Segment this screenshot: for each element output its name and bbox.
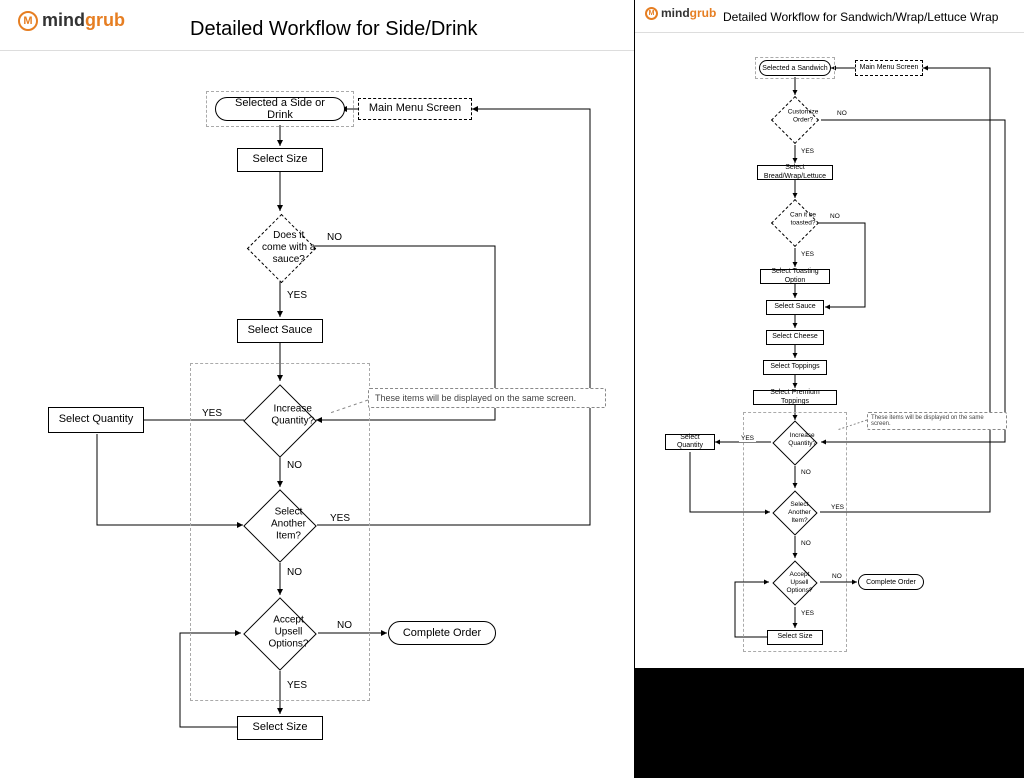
same-screen-note: These items will be displayed on the sam… [368,388,606,408]
start-node: Selected a Sandwich [759,60,831,76]
edge-no: NO [835,110,849,117]
edge-yes: YES [799,610,816,617]
right-wrapper: M mindgrub Detailed Workflow for Sandwic… [635,0,1024,778]
edge-yes: YES [829,504,846,511]
page-side-drink: M mindgrub Detailed Workflow for Side/Dr… [0,0,635,778]
flowchart-edges [635,0,1024,668]
edge-yes: YES [739,435,756,442]
edge-yes: YES [285,290,309,301]
customize-decision: Customize Order? [771,96,819,144]
page-sandwich: M mindgrub Detailed Workflow for Sandwic… [635,0,1024,668]
sauce-node: Select Sauce [766,300,824,315]
edge-no: NO [830,573,844,580]
complete-node: Complete Order [388,621,496,645]
bread-node: Select Bread/Wrap/Lettuce [757,165,833,180]
upsell-decision: Accept Upsell Options? [243,597,317,671]
edge-yes: YES [328,513,352,524]
premium-node: Select Premium Toppings [753,390,837,405]
sauce-node: Select Sauce [237,319,323,343]
start-node: Selected a Side or Drink [215,97,345,121]
edge-yes: YES [200,408,224,419]
qty-node: Select Quantity [48,407,144,433]
sauce-decision: Does it come with a sauce? [246,213,316,283]
size-node: Select Size [237,148,323,172]
edge-no: NO [285,460,304,471]
toast-node: Select Toasting Option [760,269,830,284]
same-screen-note: These items will be displayed on the sam… [867,412,1007,430]
edge-yes: YES [799,148,816,155]
edge-no: NO [285,567,304,578]
size-node: Select Size [767,630,823,645]
mainmenu-node: Main Menu Screen [358,98,472,120]
qty-decision: Increase Quantity? [772,420,818,466]
qty-decision: Increase Quantity? [243,384,317,458]
toppings-node: Select Toppings [763,360,827,375]
edge-no: NO [335,620,354,631]
upsell-decision: Accept Upsell Options? [772,560,818,606]
another-decision: Select Another Item? [772,490,818,536]
edge-yes: YES [799,251,816,258]
size2-node: Select Size [237,716,323,740]
qty-node: Select Quantity [665,434,715,450]
cheese-node: Select Cheese [766,330,824,345]
edge-no: NO [799,540,813,547]
mainmenu-node: Main Menu Screen [855,60,923,76]
edge-no: NO [799,469,813,476]
complete-node: Complete Order [858,574,924,590]
edge-no: NO [325,232,344,243]
edge-yes: YES [285,680,309,691]
toast-decision: Can it be toasted? [771,199,819,247]
edge-no: NO [828,213,842,220]
another-decision: Select Another Item? [243,489,317,563]
